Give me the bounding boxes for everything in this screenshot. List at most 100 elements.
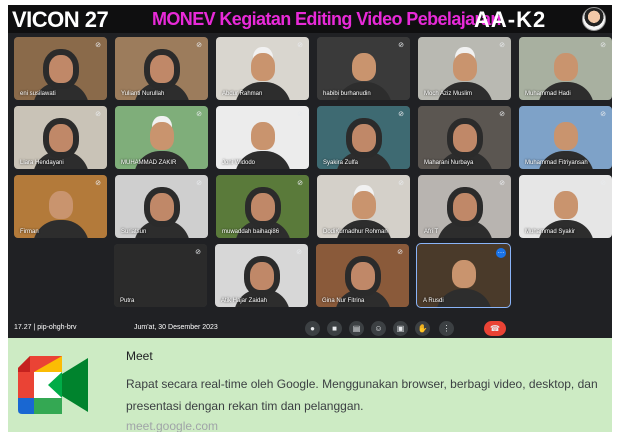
participant-tile[interactable]: ⊘ Putra: [114, 244, 207, 307]
participant-tile[interactable]: ⊘ Abdur Rahman: [216, 37, 309, 100]
muted-mic-icon: ⊘: [297, 180, 303, 187]
participant-tile[interactable]: ⊘ Joni Widodo: [216, 106, 309, 169]
participant-tile[interactable]: ⊘ eni susilawati: [14, 37, 107, 100]
participant-face: [149, 55, 174, 83]
participant-name: Abdur Rahman: [222, 91, 263, 97]
muted-mic-icon: ⊘: [297, 111, 303, 118]
participant-tile[interactable]: ⊘ MUHAMMAD ZAKIR: [115, 106, 208, 169]
google-meet-card[interactable]: Meet Rapat secara real-time oleh Google.…: [8, 338, 612, 432]
participant-name: Liara Hendayani: [20, 160, 64, 166]
participant-name: Maharani Nurbaya: [424, 160, 474, 166]
participant-face: [48, 124, 73, 152]
participant-tile[interactable]: ⊘ DodiKurnadhur Rohman: [317, 175, 410, 238]
participant-name: MUHAMMAD ZAKIR: [121, 160, 177, 166]
participant-tile[interactable]: ⊘ Yulianti Nurullah: [115, 37, 208, 100]
emoji-icon[interactable]: ☺: [371, 321, 386, 336]
end-call-icon[interactable]: ☎: [484, 321, 506, 336]
participant-face: [452, 124, 477, 152]
participant-name: Yulianti Nurullah: [121, 91, 165, 97]
participant-face: [452, 53, 477, 81]
google-meet-logo-icon: [18, 356, 88, 414]
raise-hand-icon[interactable]: ✋: [415, 321, 430, 336]
muted-mic-icon: ⊘: [196, 180, 202, 187]
participant-face: [553, 53, 578, 81]
muted-mic-icon: ⊘: [398, 42, 404, 49]
participant-face: [250, 53, 275, 81]
participant-name: Atik Hajar Zaidah: [221, 298, 268, 304]
muted-mic-icon: ⊘: [397, 249, 403, 256]
participant-tile[interactable]: ⊘ Syakira Zulfa: [317, 106, 410, 169]
muted-mic-icon: ⊘: [600, 111, 606, 118]
participant-face: [351, 124, 376, 152]
participant-face: [149, 193, 174, 221]
participant-tile[interactable]: ⊘ Maharani Nurbaya: [418, 106, 511, 169]
meeting-window: ⊘ eni susilawati ⊘ Yulianti Nurullah ⊘ Abdur …: [8, 33, 612, 338]
participant-tile[interactable]: ⊘ Muhammad Fitriyansah: [519, 106, 612, 169]
participant-face: [350, 262, 375, 290]
muted-mic-icon: ⊘: [499, 180, 505, 187]
muted-mic-icon: ⊘: [296, 249, 302, 256]
card-url[interactable]: meet.google.com: [126, 419, 218, 432]
participant-tile[interactable]: ⊘ muwaddah baihaqi86: [216, 175, 309, 238]
muted-mic-icon: ⊘: [95, 42, 101, 49]
captions-icon[interactable]: ▤: [349, 321, 364, 336]
participant-tile[interactable]: ⊘ Liara Hendayani: [14, 106, 107, 169]
muted-mic-icon: ⊘: [195, 249, 201, 256]
participant-face: [553, 122, 578, 150]
participant-tile[interactable]: ⊘ Muhammad Hadi: [519, 37, 612, 100]
participant-name: DodiKurnadhur Rohman: [323, 229, 388, 235]
muted-mic-icon: ⊘: [196, 42, 202, 49]
vicon-label: VICON 27: [12, 7, 109, 32]
card-title: Meet: [126, 349, 153, 363]
participant-face: [452, 193, 477, 221]
muted-mic-icon: ⊘: [398, 111, 404, 118]
participant-name: Joni Widodo: [222, 160, 256, 166]
participant-tile[interactable]: ⊘ Firman: [14, 175, 107, 238]
participant-name: Muhammad Hadi: [525, 91, 571, 97]
participant-face: [48, 55, 73, 83]
participant-tile[interactable]: … A Rusdi: [416, 243, 511, 308]
muted-mic-icon: ⊘: [95, 111, 101, 118]
mic-icon[interactable]: ●: [305, 321, 320, 336]
participant-name: Moch Aziz Muslim: [424, 91, 473, 97]
group-code: AA-K2: [474, 7, 547, 32]
participant-tile[interactable]: ⊘ Gina Nur Fitrina: [316, 244, 409, 307]
participant-face: [351, 191, 376, 219]
participant-name: Suriatsun: [121, 229, 147, 235]
card-description: Rapat secara real-time oleh Google. Meng…: [126, 377, 598, 413]
participant-face: [48, 191, 73, 219]
muted-mic-icon: ⊘: [297, 42, 303, 49]
muted-mic-icon: ⊘: [600, 42, 606, 49]
participant-tile[interactable]: ⊘ Suriatsun: [115, 175, 208, 238]
muted-mic-icon: ⊘: [196, 111, 202, 118]
more-options-icon[interactable]: …: [496, 248, 506, 258]
participant-tile[interactable]: ⊘ Atik Hajar Zaidah: [215, 244, 308, 307]
participant-name: Firman: [20, 229, 39, 235]
participant-name: Muhammad Syakir: [525, 229, 576, 235]
participant-face: [149, 122, 174, 150]
participant-face: [249, 262, 274, 290]
meeting-code: pip-ohgh-brv: [37, 324, 77, 331]
meeting-control-bar: 17.27 | pip-ohgh-brv Jum'at, 30 Desember…: [8, 319, 612, 338]
participant-name: Putra: [120, 298, 135, 304]
participant-face: [451, 260, 476, 288]
participant-tile[interactable]: ⊘ Muhammad Syakir: [519, 175, 612, 238]
muted-mic-icon: ⊘: [499, 42, 505, 49]
title-banner: VICON 27 MONEV Kegiatan Editing Video Pe…: [8, 5, 612, 33]
participant-name: Gina Nur Fitrina: [322, 298, 365, 304]
muted-mic-icon: ⊘: [499, 111, 505, 118]
participant-name: Muhammad Fitriyansah: [525, 160, 588, 166]
present-icon[interactable]: ▣: [393, 321, 408, 336]
camera-icon[interactable]: ■: [327, 321, 342, 336]
host-avatar: [582, 7, 606, 31]
participant-tile[interactable]: ⊘ habibi burhanudin: [317, 37, 410, 100]
muted-mic-icon: ⊘: [398, 180, 404, 187]
participant-face: [553, 191, 578, 219]
participant-tile[interactable]: ⊘ Afri T: [418, 175, 511, 238]
meeting-date: Jum'at, 30 Desember 2023: [134, 324, 218, 331]
participant-face: [250, 193, 275, 221]
muted-mic-icon: ⊘: [600, 180, 606, 187]
participant-tile[interactable]: ⊘ Moch Aziz Muslim: [418, 37, 511, 100]
more-icon[interactable]: ⋮: [439, 321, 454, 336]
participant-name: habibi burhanudin: [323, 91, 371, 97]
